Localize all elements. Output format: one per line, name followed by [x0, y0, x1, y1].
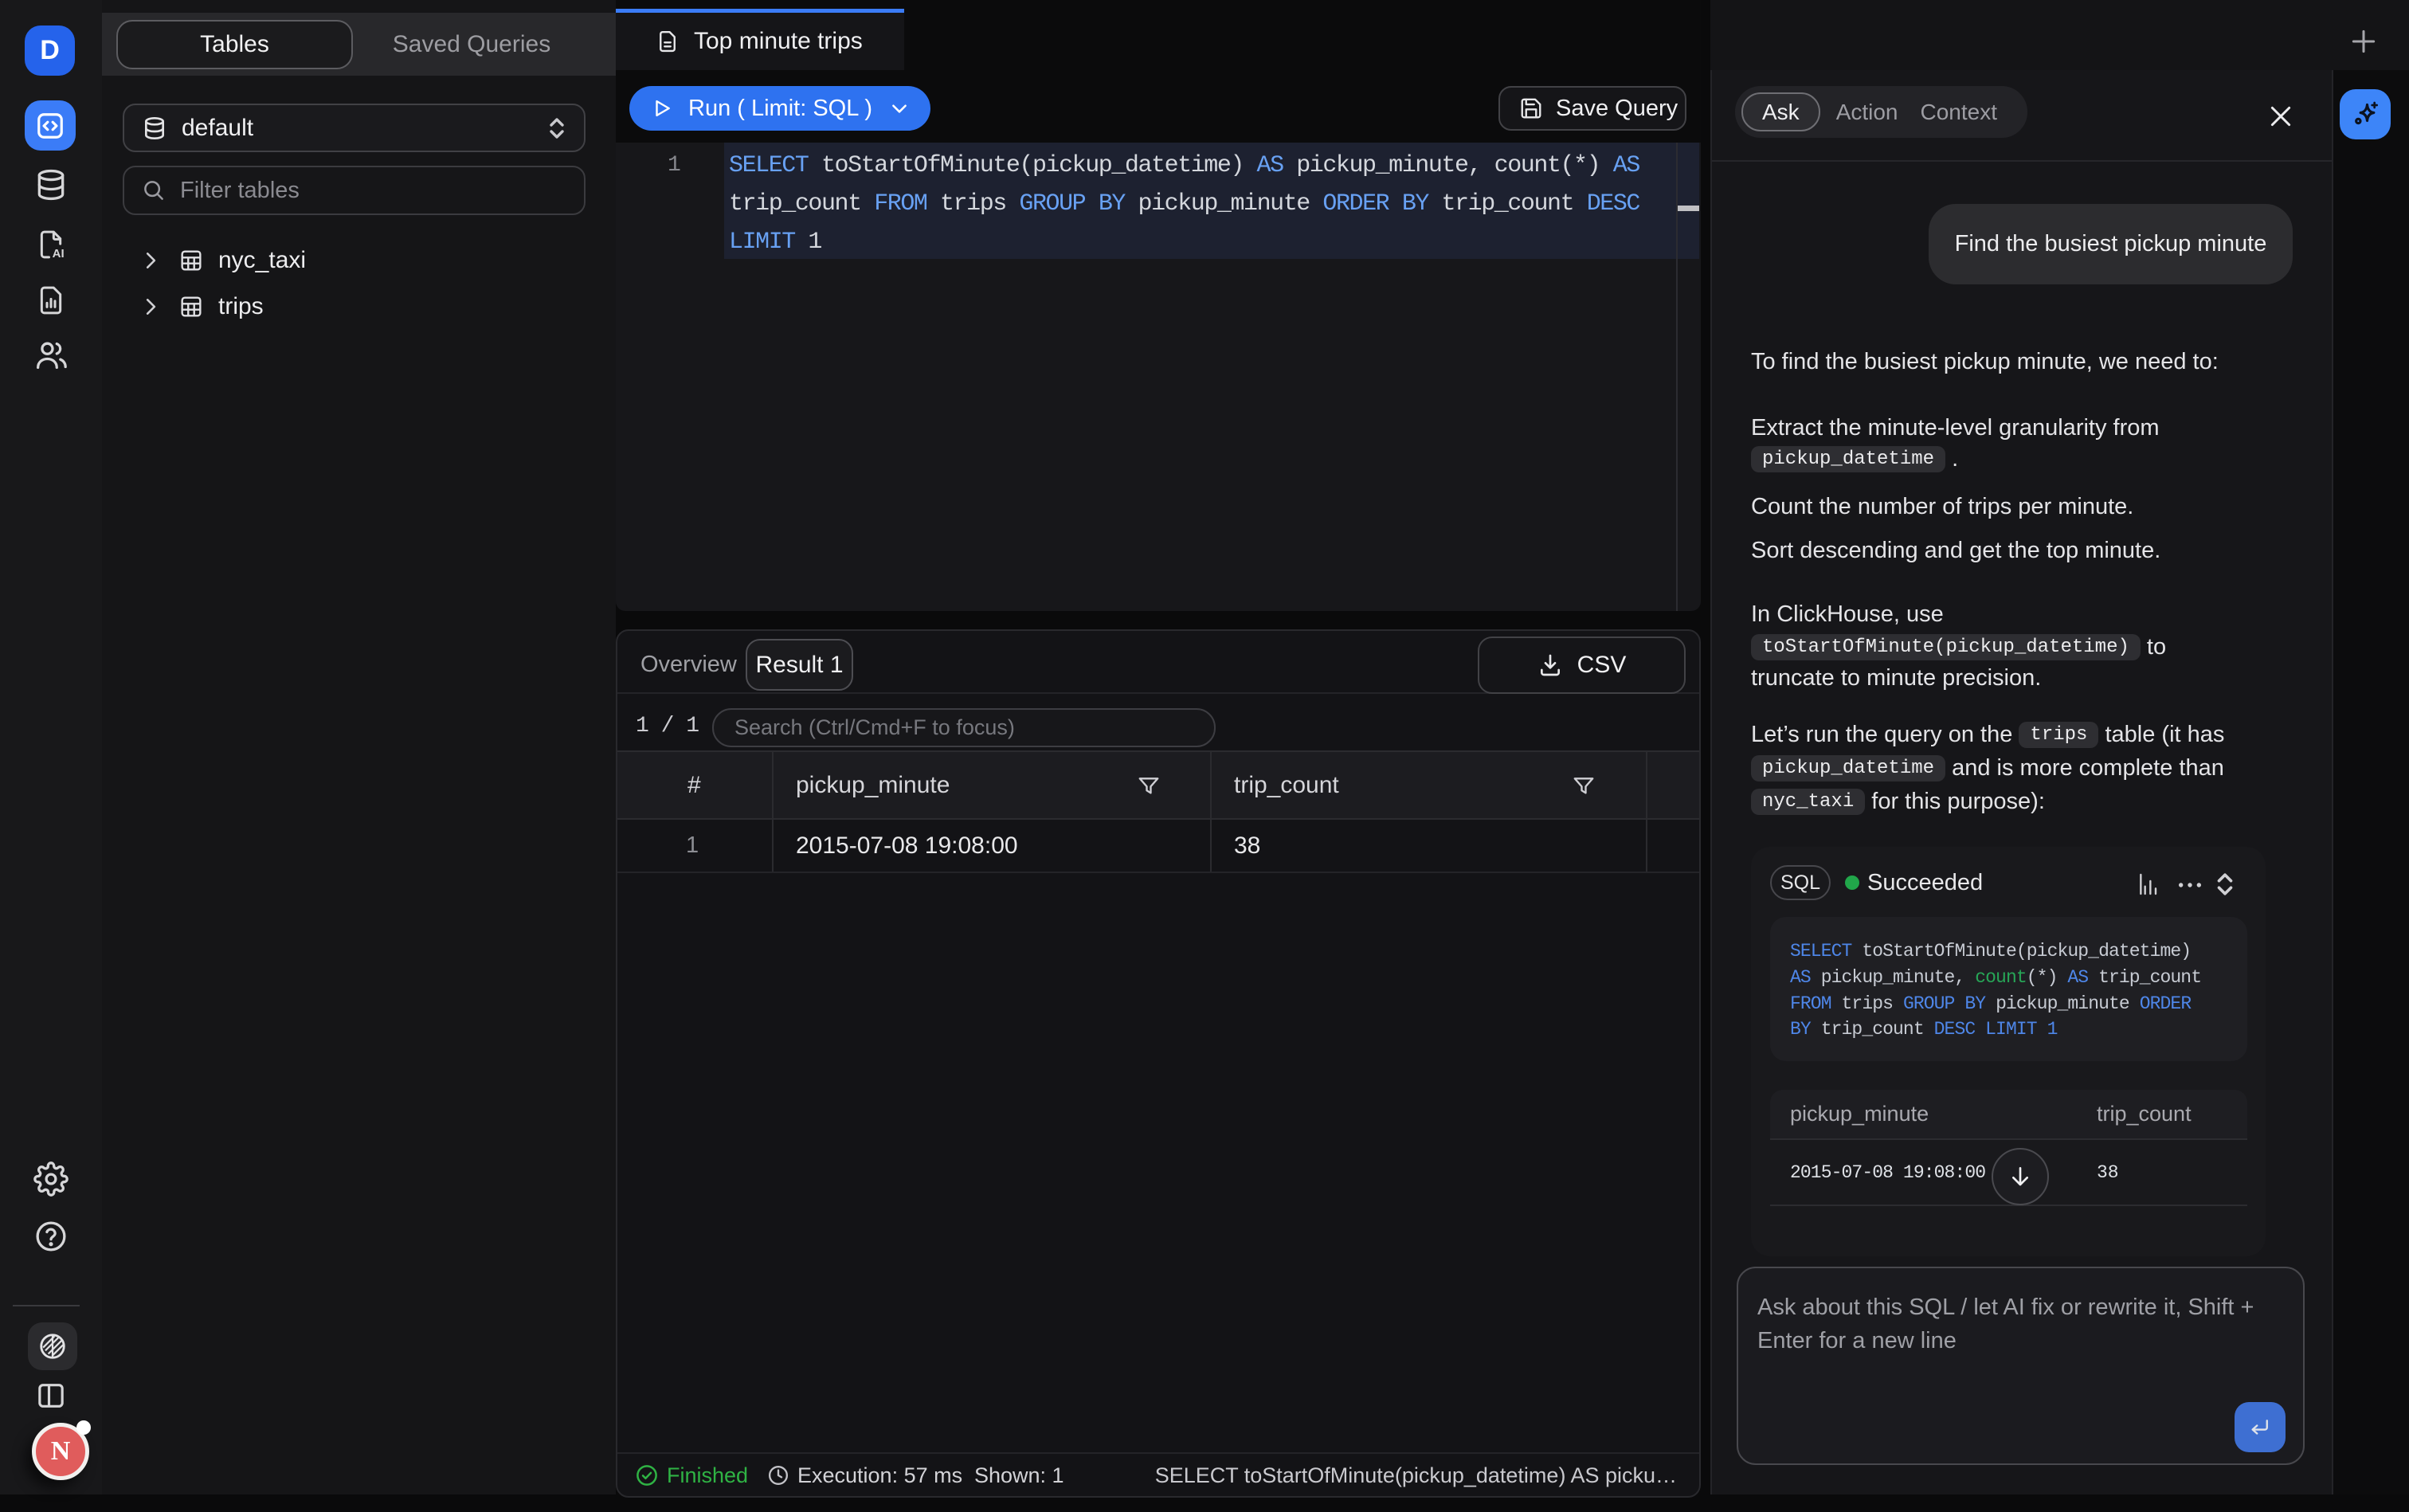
svg-text:AI: AI: [53, 247, 65, 260]
